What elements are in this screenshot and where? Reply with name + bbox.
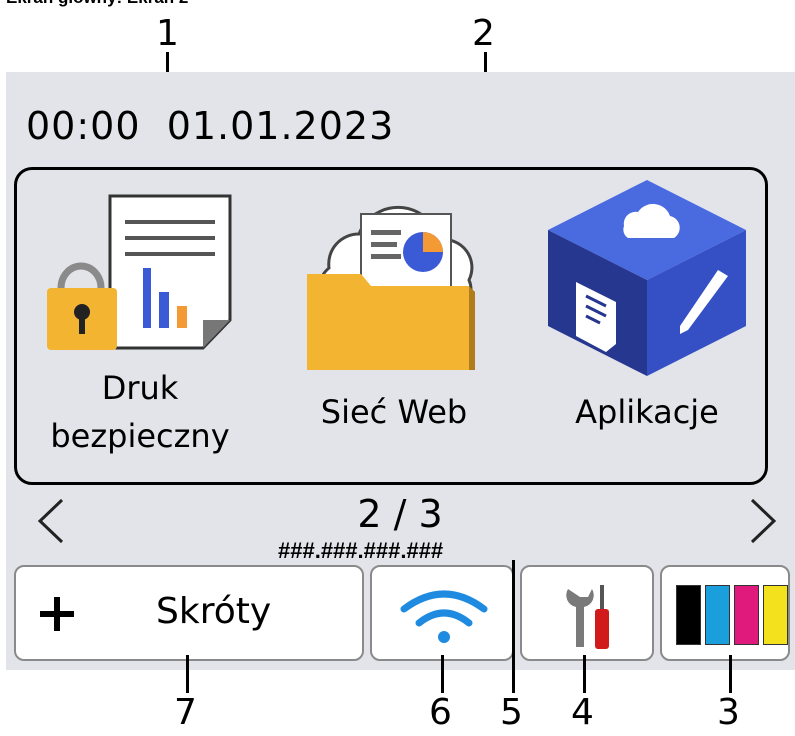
tile-label-line1: Druk bbox=[101, 369, 179, 407]
ip-address: ###.###.###.### bbox=[278, 538, 444, 563]
callout-1: 1 bbox=[156, 13, 179, 54]
toner-yellow-bar bbox=[763, 585, 788, 645]
toner-cyan-bar bbox=[705, 585, 730, 645]
settings-button[interactable] bbox=[520, 565, 654, 661]
callout-4: 4 bbox=[571, 692, 594, 733]
callout-5: 5 bbox=[500, 692, 523, 733]
page-heading: Ekran główny: Ekran 2 bbox=[6, 0, 188, 8]
tile-apps[interactable]: Aplikacje bbox=[532, 170, 762, 482]
callout-2: 2 bbox=[472, 13, 495, 54]
tile-secure-print[interactable]: Druk bezpieczny bbox=[25, 170, 255, 482]
apps-cube-icon bbox=[548, 180, 746, 376]
time-text: 00:00 bbox=[26, 104, 141, 148]
tools-icon bbox=[566, 585, 609, 649]
callout-5-line bbox=[512, 560, 515, 693]
wifi-icon bbox=[400, 590, 488, 643]
chevron-left-icon[interactable] bbox=[30, 496, 70, 546]
toner-black-bar bbox=[676, 585, 701, 645]
tile-label: Aplikacje bbox=[575, 393, 719, 431]
toner-button[interactable] bbox=[660, 565, 790, 661]
callout-7: 7 bbox=[174, 692, 197, 733]
toner-icon bbox=[676, 585, 788, 645]
shortcuts-label: Skróty bbox=[156, 591, 272, 632]
tile-web[interactable]: Sieć Web bbox=[279, 170, 509, 482]
app-tiles-panel: Druk bezpieczny Sieć Web Aplikacje bbox=[14, 167, 768, 485]
chevron-right-icon[interactable] bbox=[744, 496, 784, 546]
web-folder-icon bbox=[307, 205, 475, 370]
wifi-button[interactable] bbox=[370, 565, 514, 661]
page-indicator: 2 / 3 bbox=[357, 492, 443, 536]
shortcuts-button[interactable]: Skróty bbox=[14, 565, 364, 661]
tile-label-line2: bezpieczny bbox=[50, 417, 230, 455]
callout-7-line bbox=[186, 655, 189, 693]
callout-4-line bbox=[583, 655, 586, 693]
datetime-display: 00:00 01.01.2023 bbox=[26, 104, 394, 148]
date-text: 01.01.2023 bbox=[166, 104, 395, 148]
toner-magenta-bar bbox=[734, 585, 759, 645]
callout-6: 6 bbox=[429, 692, 452, 733]
callout-6-line bbox=[441, 655, 444, 693]
callout-3-line bbox=[729, 655, 732, 693]
callout-3: 3 bbox=[717, 692, 740, 733]
secure-print-icon bbox=[47, 194, 232, 350]
plus-icon bbox=[40, 597, 74, 631]
tile-label: Sieć Web bbox=[320, 393, 468, 431]
